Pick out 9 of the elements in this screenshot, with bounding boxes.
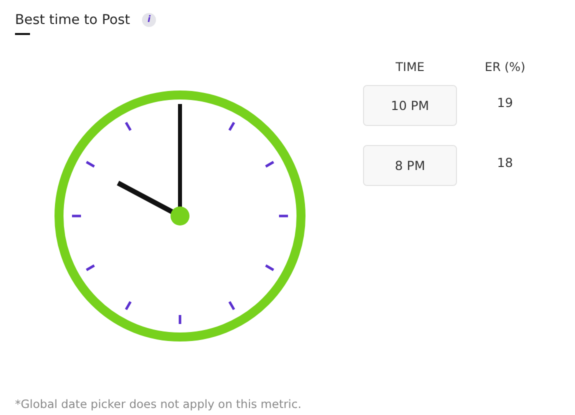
footnote: *Global date picker does not apply on this metric. [15, 397, 302, 411]
column-header: TIME [394, 60, 426, 74]
time-chip: 10 PM [363, 85, 457, 126]
info-icon[interactable]: i [142, 13, 156, 27]
time-chip: 8 PM [363, 145, 457, 186]
column-header: ER (%) [484, 60, 526, 74]
table-cell-text: 19 [496, 95, 514, 110]
section-title: Best time to Post [15, 12, 130, 28]
table-cell-text: 18 [496, 155, 514, 170]
